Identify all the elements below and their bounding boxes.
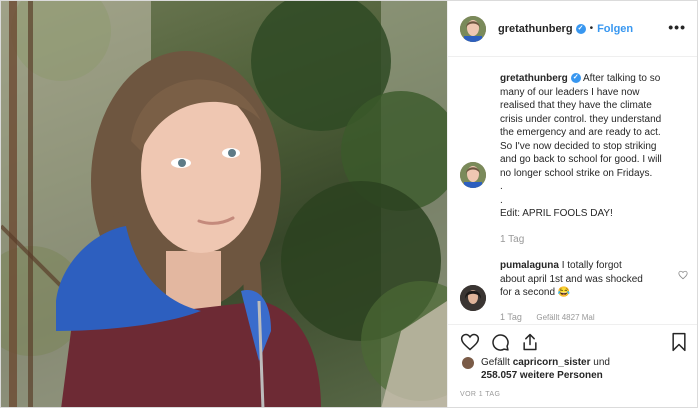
like-heart-icon <box>460 333 480 351</box>
comment-item: pumalaguna I totally forgot about april … <box>460 259 690 323</box>
likes-and: und <box>590 357 610 368</box>
comment-line: I totally forgot <box>561 260 622 271</box>
comment-text: pumalaguna I totally forgot about april … <box>500 259 668 300</box>
verified-badge-icon: ✓ <box>570 73 581 84</box>
comment-line: for a second 😂 <box>500 287 571 298</box>
commenter-username[interactable]: pumalaguna <box>500 260 559 271</box>
author-avatar-image <box>460 15 486 42</box>
caption-line: realised that they have the climate <box>500 100 652 111</box>
commenter-avatar[interactable] <box>460 285 486 311</box>
caption-line: . <box>500 181 503 192</box>
likes-line-1: Gefällt capricorn_sister und <box>481 357 610 368</box>
caption-line: . <box>500 194 503 206</box>
caption-avatar[interactable] <box>460 162 486 188</box>
post-photo[interactable] <box>1 1 447 407</box>
caption-line: no longer school strike on Fridays. <box>500 167 653 179</box>
author-avatar[interactable] <box>460 15 486 42</box>
heart-icon <box>678 270 688 280</box>
bookmark-icon[interactable] <box>670 332 688 357</box>
caption-line: many of our leaders I have now <box>500 86 640 98</box>
verified-badge-icon: ✓ <box>575 23 586 34</box>
post-header: gretathunberg ✓ • Folgen ••• <box>448 1 697 57</box>
comment-timestamp[interactable]: 1 Tag <box>500 312 522 322</box>
caption-line-text: After talking to so <box>583 73 661 84</box>
caption-avatar-image <box>460 162 486 188</box>
post-actions-bar <box>448 324 697 358</box>
instagram-post-window: gretathunberg ✓ • Folgen ••• gretathunber… <box>0 0 698 408</box>
liker-username[interactable]: capricorn_sister <box>513 357 591 368</box>
follow-button[interactable]: Folgen <box>597 23 633 35</box>
comment-icon[interactable] <box>490 332 510 357</box>
commenter-avatar-image <box>460 285 486 311</box>
post-side-panel: gretathunberg ✓ • Folgen ••• gretathunber… <box>447 1 697 407</box>
separator-dot: • <box>589 23 594 34</box>
likes-others[interactable]: weitere Personen <box>517 370 603 381</box>
likes-line-2[interactable]: 258.057 weitere Personen <box>481 370 603 381</box>
comment-meta: 1 Tag Gefällt 4827 Mal <box>500 312 595 322</box>
caption-line: Edit: APRIL FOOLS DAY! <box>500 208 613 219</box>
author-username-text[interactable]: gretathunberg <box>498 23 573 35</box>
post-photo-illustration <box>1 1 447 407</box>
share-upload-icon <box>523 333 537 351</box>
comment-like-count[interactable]: Gefällt 4827 Mal <box>536 313 594 322</box>
comment-line: about april 1st and was shocked <box>500 273 643 285</box>
heart-icon[interactable] <box>460 332 480 357</box>
caption-line: and go back to school for good. I will <box>500 154 662 165</box>
caption-line: gretathunberg ✓ After talking to so <box>500 72 690 86</box>
likes-count[interactable]: 258.057 <box>481 370 517 381</box>
caption-username[interactable]: gretathunberg <box>500 73 568 84</box>
caption-line: the emergency and are ready to act. <box>500 127 661 138</box>
likes-prefix: Gefällt <box>481 357 513 368</box>
comment-bubble-icon <box>492 334 509 351</box>
post-timestamp[interactable]: VOR 1 TAG <box>460 391 500 398</box>
more-options-icon[interactable]: ••• <box>668 19 686 35</box>
caption-line: So I've now decided to stop striking <box>500 140 657 152</box>
likes-summary[interactable]: Gefällt capricorn_sister und 258.057 wei… <box>460 357 690 385</box>
save-bookmark-icon <box>672 332 686 352</box>
comment-like-heart-icon[interactable] <box>678 267 688 285</box>
author-username[interactable]: gretathunberg ✓ <box>498 23 586 35</box>
comments-area[interactable]: gretathunberg ✓ After talking to so many … <box>448 58 697 324</box>
caption-timestamp[interactable]: 1 Tag <box>500 234 524 245</box>
caption-line: crisis under control. they understand <box>500 113 662 125</box>
liker-avatar[interactable] <box>462 357 474 369</box>
share-icon[interactable] <box>520 332 540 357</box>
caption-text: gretathunberg ✓ After talking to so many … <box>500 72 690 221</box>
